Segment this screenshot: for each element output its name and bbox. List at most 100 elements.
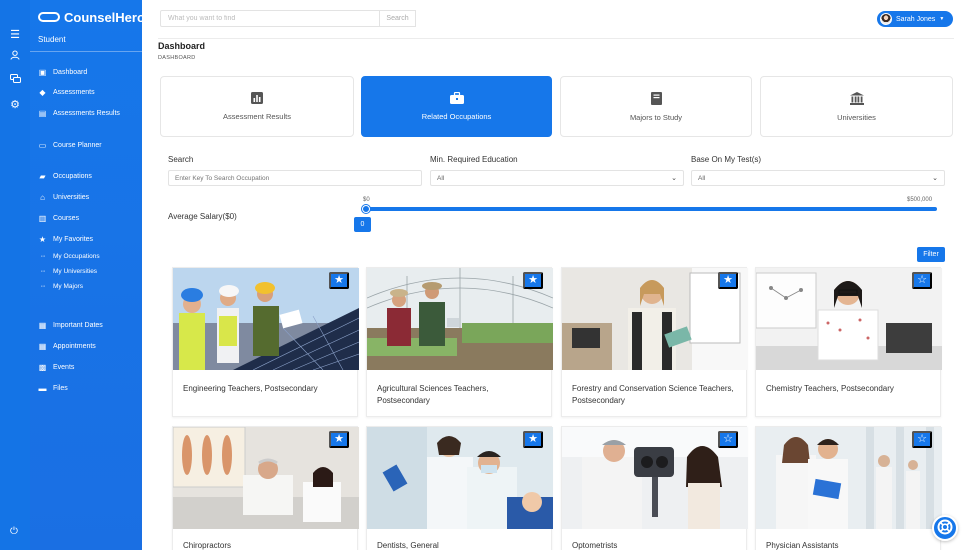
sidebar-item-my-universities[interactable]: ··· My Universities (38, 266, 98, 276)
sidebar-item-courses[interactable]: ▥ Courses (38, 212, 79, 224)
salary-min-label: $0 (363, 197, 370, 203)
assessments-icon: ◆ (39, 87, 46, 97)
user-role: Student (38, 35, 66, 44)
breadcrumb: DASHBOARD (158, 55, 196, 61)
chevron-down-icon: ⌄ (932, 175, 938, 182)
book-icon (650, 91, 662, 107)
sidebar-item-my-majors[interactable]: ··· My Majors (38, 281, 83, 291)
star-outline-icon: ☆ (917, 433, 927, 445)
salary-value-tooltip: 0 (354, 217, 371, 232)
education-select-value: All (437, 174, 445, 182)
occupation-title: Chemistry Teachers, Postsecondary (766, 384, 894, 393)
tab-universities[interactable]: Universities (760, 76, 953, 137)
sidebar-item-events[interactable]: ▩ Events (38, 361, 75, 373)
sidebar-item-label: Files (53, 384, 68, 392)
tab-label: Related Occupations (421, 112, 492, 121)
user-icon[interactable] (8, 50, 22, 64)
occupation-card-chiropractors[interactable]: ★ Chiropractors (172, 426, 359, 550)
occupation-card-engineering-teachers[interactable]: ★ Engineering Teachers, Postsecondary (172, 267, 359, 417)
sidebar-item-label: Appointments (53, 342, 96, 350)
global-search: Search (160, 10, 416, 27)
sidebar-item-course-planner[interactable]: ▭ Course Planner (38, 139, 102, 151)
tests-select[interactable]: All ⌄ (691, 170, 945, 186)
calendar-icon: ▦ (38, 320, 47, 330)
briefcase-icon (449, 91, 464, 106)
help-button[interactable] (932, 515, 958, 541)
chat-icon[interactable] (8, 74, 22, 88)
favorite-button[interactable]: ★ (718, 272, 738, 289)
app-name: CounselHero (64, 9, 145, 25)
events-icon: ▩ (38, 362, 47, 372)
menu-icon[interactable]: ☰ (8, 28, 22, 42)
book-open-icon: ▥ (38, 213, 47, 223)
tab-label: Majors to Study (629, 112, 683, 122)
sidebar-item-label: Occupations (53, 172, 92, 180)
favorite-button[interactable]: ☆ (912, 431, 932, 448)
salary-slider-track[interactable] (366, 207, 937, 211)
favorite-button[interactable]: ☆ (912, 272, 932, 289)
star-filled-icon: ★ (334, 433, 344, 445)
sidebar-item-files[interactable]: ▬ Files (38, 382, 68, 394)
occupation-title: Engineering Teachers, Postsecondary (183, 384, 318, 393)
sidebar-item-my-occupations[interactable]: ··· My Occupations (38, 251, 100, 261)
tab-related-occupations[interactable]: Related Occupations (361, 76, 552, 137)
sidebar-item-assessments[interactable]: ◆ Assessments (38, 86, 94, 98)
sidebar-item-label: Universities (53, 193, 90, 201)
occupation-card-agricultural-teachers[interactable]: ★ Agricultural Sciences Teachers, Postse… (366, 267, 553, 417)
avatar (880, 13, 892, 25)
global-search-input[interactable] (160, 10, 380, 27)
sidebar-item-assessments-results[interactable]: ▤ Assessments Results (38, 107, 120, 119)
occupation-search-input[interactable] (168, 170, 422, 186)
sidebar-item-label: My Occupations (53, 252, 100, 260)
occupation-card-physician-assistants[interactable]: ☆ Physician Assistants (755, 426, 942, 550)
occupation-title: Physician Assistants (766, 541, 839, 550)
salary-max-label: $500,000 (907, 197, 933, 203)
tab-assessment-results[interactable]: Assessment Results (160, 76, 354, 137)
occupation-title: Dentists, General (377, 541, 439, 550)
bar-chart-icon (251, 92, 263, 106)
favorite-button[interactable]: ★ (329, 431, 349, 448)
occupation-card-forestry-teachers[interactable]: ★ Forestry and Conservation Science Teac… (561, 267, 748, 417)
sidebar-divider (30, 51, 142, 52)
tests-label: Base On My Test(s) (691, 155, 762, 164)
power-icon[interactable]: ⏻ (10, 527, 20, 537)
sidebar-item-occupations[interactable]: ▰ Occupations (38, 170, 92, 182)
occupation-title: Agricultural Sciences Teachers, Postseco… (377, 384, 489, 405)
chevron-down-icon: ▼ (939, 16, 945, 22)
star-filled-icon: ★ (528, 433, 538, 445)
filter-button[interactable]: Filter (917, 247, 945, 262)
global-search-button[interactable]: Search (380, 10, 416, 27)
star-icon: ★ (38, 234, 47, 244)
user-menu-button[interactable]: Sarah Jones ▼ (877, 11, 953, 27)
sidebar-item-important-dates[interactable]: ▦ Important Dates (38, 319, 103, 331)
favorite-button[interactable]: ☆ (718, 431, 738, 448)
dots-icon: ··· (40, 282, 46, 290)
favorite-button[interactable]: ★ (523, 272, 543, 289)
sidebar-item-my-favorites[interactable]: ★ My Favorites (38, 233, 93, 245)
occupation-card-dentists[interactable]: ★ Dentists, General (366, 426, 553, 550)
sidebar-item-label: Important Dates (53, 321, 103, 329)
favorite-button[interactable]: ★ (329, 272, 349, 289)
occupation-title: Optometrists (572, 541, 618, 550)
sidebar-item-label: My Favorites (53, 235, 94, 243)
tab-majors-to-study[interactable]: Majors to Study (560, 76, 752, 137)
tab-label: Universities (837, 112, 876, 122)
sidebar-item-universities[interactable]: ⌂ Universities (38, 191, 89, 203)
chevron-down-icon: ⌄ (671, 175, 677, 182)
sidebar-item-dashboard[interactable]: ▣ Dashboard (38, 66, 88, 78)
occupation-card-chemistry-teachers[interactable]: ☆ Chemistry Teachers, Postsecondary (755, 267, 942, 417)
education-label: Min. Required Education (430, 155, 518, 164)
favorite-button[interactable]: ★ (523, 431, 543, 448)
results-icon: ▤ (38, 108, 47, 118)
education-select[interactable]: All ⌄ (430, 170, 684, 186)
occupation-title: Chiropractors (183, 541, 232, 550)
dots-icon: ··· (40, 267, 46, 275)
star-outline-icon: ☆ (723, 433, 733, 445)
salary-slider-handle[interactable] (362, 205, 370, 213)
star-outline-icon: ☆ (917, 274, 927, 286)
logo: CounselHero (38, 9, 145, 25)
sidebar-item-appointments[interactable]: ▦ Appointments (38, 340, 96, 352)
briefcase-icon: ▰ (39, 171, 46, 181)
occupation-card-optometrists[interactable]: ☆ Optometrists (561, 426, 748, 550)
settings-icon[interactable]: ⚙ (8, 98, 22, 112)
